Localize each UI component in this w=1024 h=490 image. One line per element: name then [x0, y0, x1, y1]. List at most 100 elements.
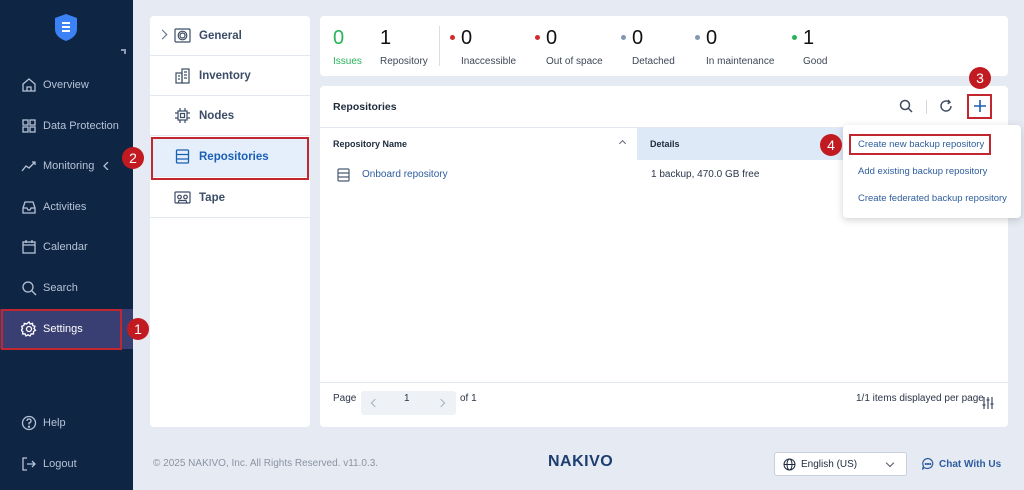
step-badge-3: 3 [969, 67, 991, 89]
page-total: of 1 [460, 393, 477, 404]
submenu-item-nodes[interactable]: Nodes [150, 96, 310, 136]
stat-out-of-space-label: Out of space [546, 56, 603, 67]
stat-detached-value: 0 [632, 27, 644, 49]
menu-item-create-federated-backup-repository[interactable]: Create federated backup repository [858, 193, 1007, 204]
main-sidebar: Overview Data Protection Monitoring Acti… [0, 0, 133, 490]
submenu-item-general[interactable]: General [150, 16, 310, 56]
chart-line-icon [21, 161, 36, 172]
nakivo-wordmark: NAKIVO [548, 453, 614, 470]
chat-with-us-label: Chat With Us [939, 458, 1002, 470]
add-repository-dropdown: Create new backup repository Add existin… [843, 125, 1021, 218]
repository-details: 1 backup, 470.0 GB free [651, 169, 760, 180]
stat-good[interactable]: 1 Good [792, 26, 828, 67]
column-repository-name-label: Repository Name [333, 139, 408, 149]
submenu-inventory-label: Inventory [199, 69, 251, 82]
panel-title: Repositories [333, 101, 397, 113]
nav-settings[interactable]: Settings [0, 309, 133, 349]
items-per-page-label: 1/1 items displayed per page [856, 393, 984, 404]
nakivo-logo-icon[interactable] [55, 14, 77, 41]
nav-overview-label: Overview [43, 79, 89, 91]
sliders-icon[interactable] [982, 397, 994, 409]
stat-repository: 1 Repository [380, 26, 428, 67]
step-badge-4: 4 [820, 134, 842, 156]
submenu-repositories-label: Repositories [199, 150, 269, 163]
stat-inaccessible[interactable]: 0 Inaccessible [450, 26, 516, 67]
gear-box-icon [174, 28, 191, 43]
chat-icon [921, 457, 934, 470]
stat-in-maintenance[interactable]: 0 In maintenance [695, 26, 775, 67]
step-badge-2: 2 [122, 147, 144, 169]
nav-logout-label: Logout [43, 458, 77, 470]
repository-name-link[interactable]: Onboard repository [362, 169, 448, 180]
repository-status-bar: 0 Issues 1 Repository 0 Inaccessible 0 O… [320, 16, 1008, 76]
chevron-down-icon [885, 458, 895, 468]
stat-detached[interactable]: 0 Detached [621, 26, 675, 67]
page-number: 1 [404, 393, 410, 404]
stat-out-of-space-value: 0 [546, 27, 558, 49]
grid-icon [22, 119, 36, 133]
status-dot-red [535, 35, 540, 40]
stat-issues-label: Issues [333, 56, 362, 67]
stat-good-label: Good [803, 56, 828, 67]
stat-repository-label: Repository [380, 56, 428, 67]
status-dot-red [450, 35, 455, 40]
database-icon [175, 149, 190, 164]
nav-search[interactable]: Search [0, 268, 133, 308]
status-dot-green [792, 35, 797, 40]
settings-submenu: General Inventory Nodes Repositories Tap… [150, 16, 310, 427]
language-value: English (US) [801, 458, 858, 470]
nav-data-protection[interactable]: Data Protection [0, 106, 133, 146]
gear-icon [21, 321, 37, 337]
submenu-item-inventory[interactable]: Inventory [150, 56, 310, 96]
pager-label: Page [333, 393, 357, 404]
sort-ascending-icon [618, 139, 627, 148]
collapse-sidebar-icon[interactable] [121, 49, 126, 54]
submenu-general-label: General [199, 29, 242, 42]
nav-overview[interactable]: Overview [0, 65, 133, 105]
column-header-repository-name[interactable]: Repository Name [320, 128, 637, 160]
stat-in-maintenance-label: In maintenance [706, 56, 775, 67]
nav-data-protection-label: Data Protection [43, 120, 119, 132]
submenu-nodes-label: Nodes [199, 109, 235, 122]
inbox-icon [22, 201, 36, 214]
nav-activities[interactable]: Activities [0, 187, 133, 227]
nav-settings-label: Settings [43, 323, 83, 335]
menu-item-create-new-backup-repository[interactable]: Create new backup repository [858, 139, 984, 150]
nav-calendar[interactable]: Calendar [0, 227, 133, 267]
chat-with-us-button[interactable]: Chat With Us [921, 457, 1001, 471]
nav-help-label: Help [43, 417, 66, 429]
refresh-icon [940, 99, 952, 112]
submenu-tape-label: Tape [199, 191, 225, 204]
language-select[interactable]: English (US) [774, 452, 907, 476]
menu-item-add-existing-backup-repository[interactable]: Add existing backup repository [858, 166, 987, 177]
status-dot-grey [621, 35, 626, 40]
nav-activities-label: Activities [43, 201, 87, 213]
search-icon [899, 99, 913, 113]
step-badge-1: 1 [127, 318, 149, 340]
add-button[interactable] [970, 96, 990, 116]
submenu-item-tape[interactable]: Tape [150, 178, 310, 218]
help-icon [21, 415, 37, 431]
nav-logout[interactable]: Logout [0, 444, 133, 484]
nav-search-label: Search [43, 282, 78, 294]
stat-detached-label: Detached [632, 56, 675, 67]
stat-good-value: 1 [803, 27, 815, 49]
nav-monitoring-label: Monitoring [43, 160, 95, 172]
stat-issues-value: 0 [333, 27, 345, 49]
column-details-label: Details [650, 139, 680, 149]
logout-icon [22, 457, 36, 471]
nav-monitoring[interactable]: Monitoring [0, 146, 133, 186]
search-button[interactable] [896, 96, 916, 116]
tape-icon [174, 191, 191, 204]
nav-help[interactable]: Help [0, 403, 133, 443]
database-icon [337, 168, 350, 182]
stat-out-of-space[interactable]: 0 Out of space [535, 26, 603, 67]
status-divider [439, 26, 440, 66]
nav-calendar-label: Calendar [43, 241, 88, 253]
stat-issues[interactable]: 0 Issues [333, 26, 362, 67]
copyright-text: © 2025 NAKIVO, Inc. All Rights Reserved.… [153, 458, 379, 469]
submenu-item-repositories[interactable]: Repositories [150, 137, 310, 177]
refresh-button[interactable] [936, 96, 956, 116]
plus-icon [974, 100, 986, 112]
stat-in-maintenance-value: 0 [706, 27, 718, 49]
